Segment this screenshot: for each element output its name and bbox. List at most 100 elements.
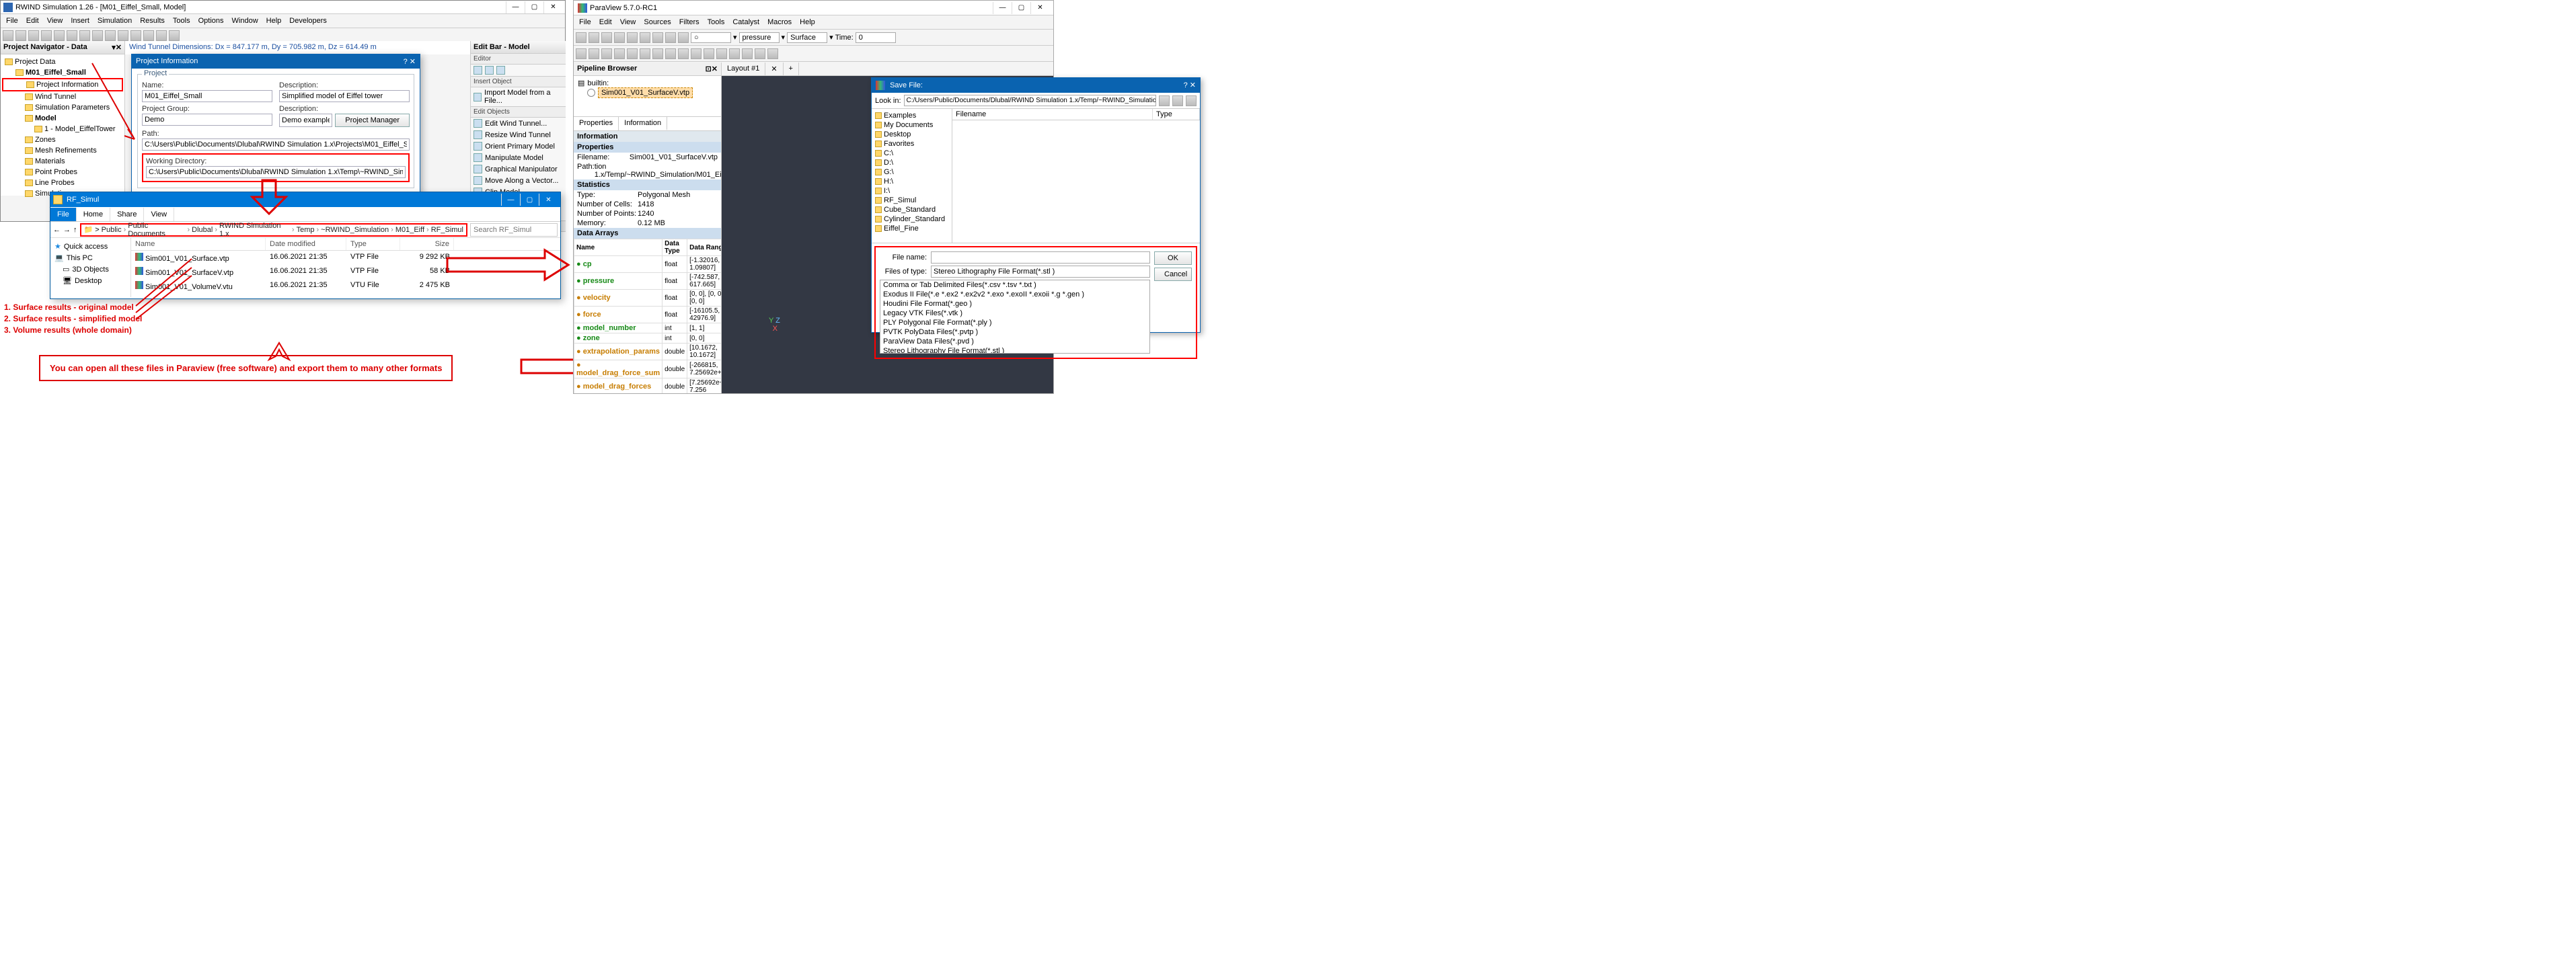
lookin-path[interactable]: C:/Users/Public/Documents/Dlubal/RWIND S… (904, 95, 1156, 106)
toolbar-icon[interactable] (640, 32, 650, 43)
breadcrumb[interactable]: 📁 > Public› Public Documents› Dlubal› RW… (80, 223, 468, 237)
file-row[interactable]: Sim001_V01_SurfaceV.vtp16.06.2021 21:35V… (131, 265, 560, 279)
menu-view[interactable]: View (616, 17, 640, 28)
add-tab-icon[interactable]: + (784, 63, 799, 75)
toolbar-icon[interactable] (589, 48, 599, 59)
filetype-option[interactable]: Comma or Tab Delimited Files(*.csv *.tsv… (880, 280, 1149, 290)
toolbar-icon[interactable] (54, 30, 65, 41)
toolbar-icon[interactable] (92, 30, 103, 41)
help-icon[interactable]: ? (1184, 81, 1188, 89)
tree-item[interactable]: My Documents (874, 120, 950, 130)
menu-developers[interactable]: Developers (285, 15, 331, 26)
maximize-button[interactable]: ▢ (1012, 2, 1030, 14)
menu-sources[interactable]: Sources (640, 17, 675, 28)
tab-properties[interactable]: Properties (574, 117, 619, 130)
editbar-item[interactable]: Orient Primary Model (471, 141, 566, 152)
toolbar-icon[interactable] (156, 30, 167, 41)
filetype-option[interactable]: Houdini File Format(*.geo ) (880, 299, 1149, 309)
ok-button[interactable]: OK (1154, 251, 1192, 265)
minimize-button[interactable]: — (993, 2, 1012, 14)
close-button[interactable]: ✕ (539, 194, 558, 206)
toolbar-icon[interactable] (627, 48, 638, 59)
toolbar-icon[interactable] (716, 48, 727, 59)
menu-tools[interactable]: Tools (169, 15, 194, 26)
menu-macros[interactable]: Macros (763, 17, 796, 28)
maximize-button[interactable]: ▢ (520, 194, 539, 206)
tab-home[interactable]: Home (77, 208, 110, 221)
toolbar-icon[interactable] (767, 48, 778, 59)
filetype-option[interactable]: Exodus II File(*.e *.ex2 *.ex2v2 *.exo *… (880, 290, 1149, 299)
close-button[interactable]: ✕ (1030, 2, 1049, 14)
working-dir-input[interactable] (146, 166, 406, 178)
toolbar-icon[interactable] (627, 32, 638, 43)
field-selector[interactable]: pressure (739, 32, 780, 43)
eye-icon[interactable] (587, 89, 595, 97)
menu-tools[interactable]: Tools (704, 17, 729, 28)
up-icon[interactable]: ↑ (73, 226, 77, 234)
toolbar-icon[interactable] (755, 48, 765, 59)
close-tab-icon[interactable]: ✕ (765, 63, 783, 75)
toolbar-icon[interactable] (640, 48, 650, 59)
tab-file[interactable]: File (50, 208, 77, 221)
toolbar-icon[interactable] (704, 48, 714, 59)
tree-item[interactable]: RF_Simul (874, 196, 950, 205)
file-row[interactable]: Sim001_V01_Surface.vtp16.06.2021 21:35VT… (131, 251, 560, 265)
menu-simulation[interactable]: Simulation (93, 15, 136, 26)
explorer-file-list[interactable]: Name Date modified Type Size Sim001_V01_… (131, 238, 560, 297)
dock-icon[interactable]: ⊡✕ (706, 65, 718, 73)
filename-input[interactable] (931, 251, 1150, 264)
toolbar-icon[interactable] (41, 30, 52, 41)
projgroup-input[interactable] (142, 114, 272, 126)
name-input[interactable] (142, 90, 272, 102)
toolbar-icon[interactable] (614, 48, 625, 59)
tree-item[interactable]: C:\ (874, 149, 950, 158)
menu-file[interactable]: File (575, 17, 595, 28)
toolbar-icon[interactable] (665, 32, 676, 43)
tree-item[interactable]: G:\ (874, 167, 950, 177)
toolbar-icon[interactable] (742, 48, 753, 59)
close-button[interactable]: ✕ (1190, 81, 1196, 89)
editbar-item[interactable]: Manipulate Model (471, 152, 566, 163)
tree-item[interactable]: Cube_Standard (874, 205, 950, 214)
up-icon[interactable] (1172, 95, 1183, 106)
tree-item[interactable]: Eiffel_Fine (874, 224, 950, 233)
filetype-option[interactable]: PLY Polygonal File Format(*.ply ) (880, 318, 1149, 327)
pin-icon[interactable]: ▾✕ (112, 43, 122, 52)
project-tree[interactable]: Project Data M01_Eiffel_Small Project In… (1, 54, 124, 201)
project-manager-button[interactable]: Project Manager (335, 114, 410, 127)
toolbar-icon[interactable] (665, 48, 676, 59)
tree-item[interactable]: D:\ (874, 158, 950, 167)
editbar-item[interactable]: Resize Wind Tunnel (471, 129, 566, 141)
filetype-option[interactable]: Stereo Lithography File Format(*.stl ) (880, 346, 1149, 354)
filetype-option[interactable]: ParaView Data Files(*.pvd ) (880, 337, 1149, 346)
toolbar-icon[interactable] (601, 48, 612, 59)
toolbar-icon[interactable] (589, 32, 599, 43)
back-icon[interactable] (1159, 95, 1170, 106)
cancel-button[interactable]: Cancel (1154, 268, 1192, 281)
import-model[interactable]: Import Model from a File... (471, 87, 566, 106)
toolbar-icon[interactable] (485, 66, 494, 75)
tree-item[interactable]: I:\ (874, 186, 950, 196)
menu-filters[interactable]: Filters (675, 17, 704, 28)
minimize-button[interactable]: — (506, 1, 525, 13)
toolbar-icon[interactable] (729, 48, 740, 59)
menu-help[interactable]: Help (262, 15, 286, 26)
search-input[interactable] (470, 223, 558, 237)
tree-item[interactable]: Cylinder_Standard (874, 214, 950, 224)
toolbar-icon[interactable] (678, 32, 689, 43)
toolbar-icon[interactable] (576, 48, 586, 59)
menu-help[interactable]: Help (796, 17, 819, 28)
tree-item[interactable]: Favorites (874, 139, 950, 149)
tree-project-information[interactable]: Project Information (2, 78, 123, 91)
menu-catalyst[interactable]: Catalyst (728, 17, 763, 28)
layout-tabs[interactable]: Layout #1✕+ (722, 63, 1053, 76)
back-icon[interactable]: ← (53, 226, 61, 234)
repr-selector[interactable]: Surface (787, 32, 827, 43)
editbar-item[interactable]: Edit Wind Tunnel... (471, 118, 566, 129)
pipeline-item[interactable]: Sim001_V01_SurfaceV.vtp (578, 87, 717, 98)
filetype-option[interactable]: Legacy VTK Files(*.vtk ) (880, 309, 1149, 318)
save-tree[interactable]: ExamplesMy DocumentsDesktopFavoritesC:\D… (872, 109, 952, 243)
tab-share[interactable]: Share (110, 208, 144, 221)
fwd-icon[interactable]: → (63, 226, 71, 234)
column-headers[interactable]: Name Date modified Type Size (131, 238, 560, 251)
